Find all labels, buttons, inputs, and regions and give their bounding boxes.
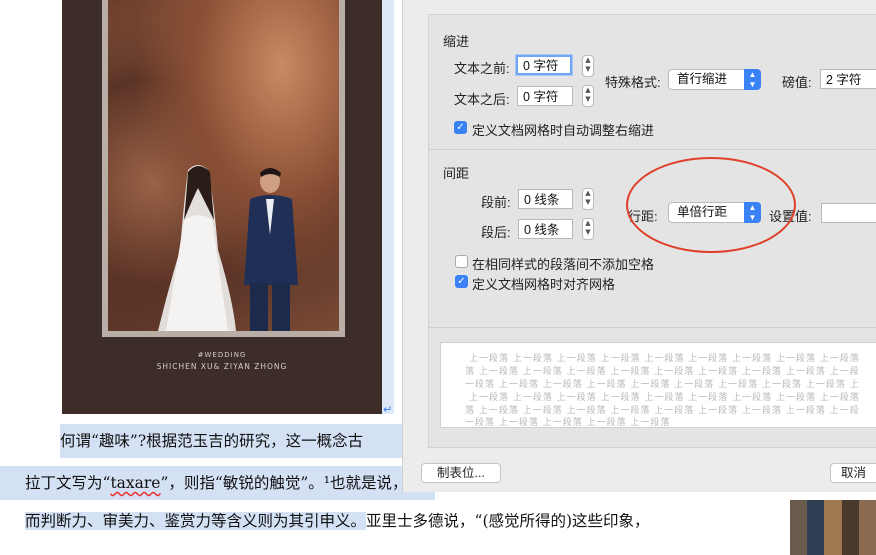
line3-rest: 亚里士多德说，“(感觉所得的)这些印象， bbox=[366, 512, 650, 530]
photo-caption-hashtag: #WEDDING bbox=[197, 351, 247, 359]
document-line-1[interactable]: 何谓“趣味”?根据范玉吉的研究，这一概念古 bbox=[60, 424, 412, 458]
document-line-2[interactable]: 拉丁文写为“taxare”，则指“敏锐的触觉”。¹也就是说， bbox=[0, 466, 435, 500]
line2-suffix: ”，则指“敏锐的触觉”。¹也就是说， bbox=[160, 474, 408, 492]
preview-line: 上一段落 上一段落 上一段落 上一段落 上一段落 上一段落 上一段落 上一段落 … bbox=[469, 393, 860, 403]
spacing-before-label: 段前: bbox=[481, 195, 511, 210]
preview-line: 上一段落 上一段落 上一段落 上一段落 上一段落 上一段落 上一段落 上一段落 … bbox=[469, 354, 860, 364]
auto-adjust-checkbox[interactable]: ✓ bbox=[454, 121, 467, 134]
paragraph-mark: ↵ bbox=[383, 403, 393, 416]
indent-section-title: 缩进 bbox=[443, 34, 470, 49]
snap-to-grid-checkbox[interactable]: ✓ bbox=[455, 275, 468, 288]
preview-line: 一段落 上一段落 上一段落 上一段落 上一段落 上一段落 上一段落 上一段落 上… bbox=[465, 380, 860, 390]
section-divider bbox=[429, 327, 876, 328]
line2-prefix: 拉丁文写为“ bbox=[25, 474, 111, 492]
photo-caption-names: SHICHEN XU& ZIYAN ZHONG bbox=[156, 362, 288, 371]
spacing-after-input[interactable]: 0 线条 bbox=[518, 219, 573, 239]
no-space-same-style-label: 在相同样式的段落间不添加空格 bbox=[472, 257, 655, 272]
measure-input[interactable]: 2 字符 bbox=[820, 69, 876, 89]
line3-highlighted: 而判断力、审美力、鉴赏力等含义则为其引申义。 bbox=[25, 512, 367, 530]
special-format-value: 首行缩进 bbox=[677, 72, 728, 86]
thumbnail-strip[interactable] bbox=[790, 500, 876, 555]
groom-figure bbox=[244, 168, 298, 331]
special-format-select[interactable]: 首行缩进 ▲ ▼ bbox=[668, 69, 761, 90]
document-line-3[interactable]: 而判断力、审美力、鉴赏力等含义则为其引申义。亚里士多德说，“(感觉所得的)这些印… bbox=[0, 504, 805, 538]
special-format-label: 特殊格式: bbox=[605, 75, 661, 90]
misspelled-word[interactable]: taxare bbox=[110, 474, 160, 492]
tabs-button[interactable]: 制表位... bbox=[421, 463, 501, 483]
spacing-after-stepper[interactable]: ▲ ▼ bbox=[582, 218, 594, 240]
indent-before-stepper[interactable]: ▲ ▼ bbox=[582, 55, 594, 77]
spacing-after-label: 段后: bbox=[481, 225, 511, 240]
preview-line: 一段落 上一段落 上一段落 上一段落 上一段落 bbox=[465, 418, 671, 428]
spacing-before-input[interactable]: 0 线条 bbox=[518, 189, 573, 209]
photo-frame bbox=[102, 0, 345, 337]
spacing-section-title: 间距 bbox=[443, 166, 470, 181]
section-divider bbox=[429, 149, 876, 150]
indent-after-stepper[interactable]: ▲ ▼ bbox=[582, 85, 594, 107]
indent-before-input[interactable]: 0 字符 bbox=[516, 55, 572, 75]
spacing-before-stepper[interactable]: ▲ ▼ bbox=[582, 188, 594, 210]
selection-highlight bbox=[380, 0, 394, 414]
annotation-circle bbox=[626, 157, 796, 253]
indent-before-label: 文本之前: bbox=[454, 61, 510, 76]
bride-figure bbox=[158, 165, 236, 331]
auto-adjust-label: 定义文档网格时自动调整右缩进 bbox=[472, 123, 655, 138]
measure-label: 磅值: bbox=[782, 75, 812, 90]
indent-after-input[interactable]: 0 字符 bbox=[517, 86, 573, 106]
wedding-photo[interactable]: #WEDDING SHICHEN XU& ZIYAN ZHONG bbox=[62, 0, 382, 414]
preview-line: 落 上一段落 上一段落 上一段落 上一段落 上一段落 上一段落 上一段落 上一段… bbox=[465, 367, 860, 377]
cancel-button[interactable]: 取消 bbox=[830, 463, 876, 483]
indent-after-label: 文本之后: bbox=[454, 92, 510, 107]
no-space-same-style-checkbox[interactable] bbox=[455, 255, 468, 268]
paragraph-preview: 上一段落 上一段落 上一段落 上一段落 上一段落 上一段落 上一段落 上一段落 … bbox=[440, 342, 876, 428]
set-value-input[interactable] bbox=[821, 203, 876, 223]
snap-to-grid-label: 定义文档网格时对齐网格 bbox=[472, 277, 616, 292]
chevron-updown-icon: ▲ ▼ bbox=[744, 69, 761, 90]
canyon-background bbox=[108, 0, 339, 331]
